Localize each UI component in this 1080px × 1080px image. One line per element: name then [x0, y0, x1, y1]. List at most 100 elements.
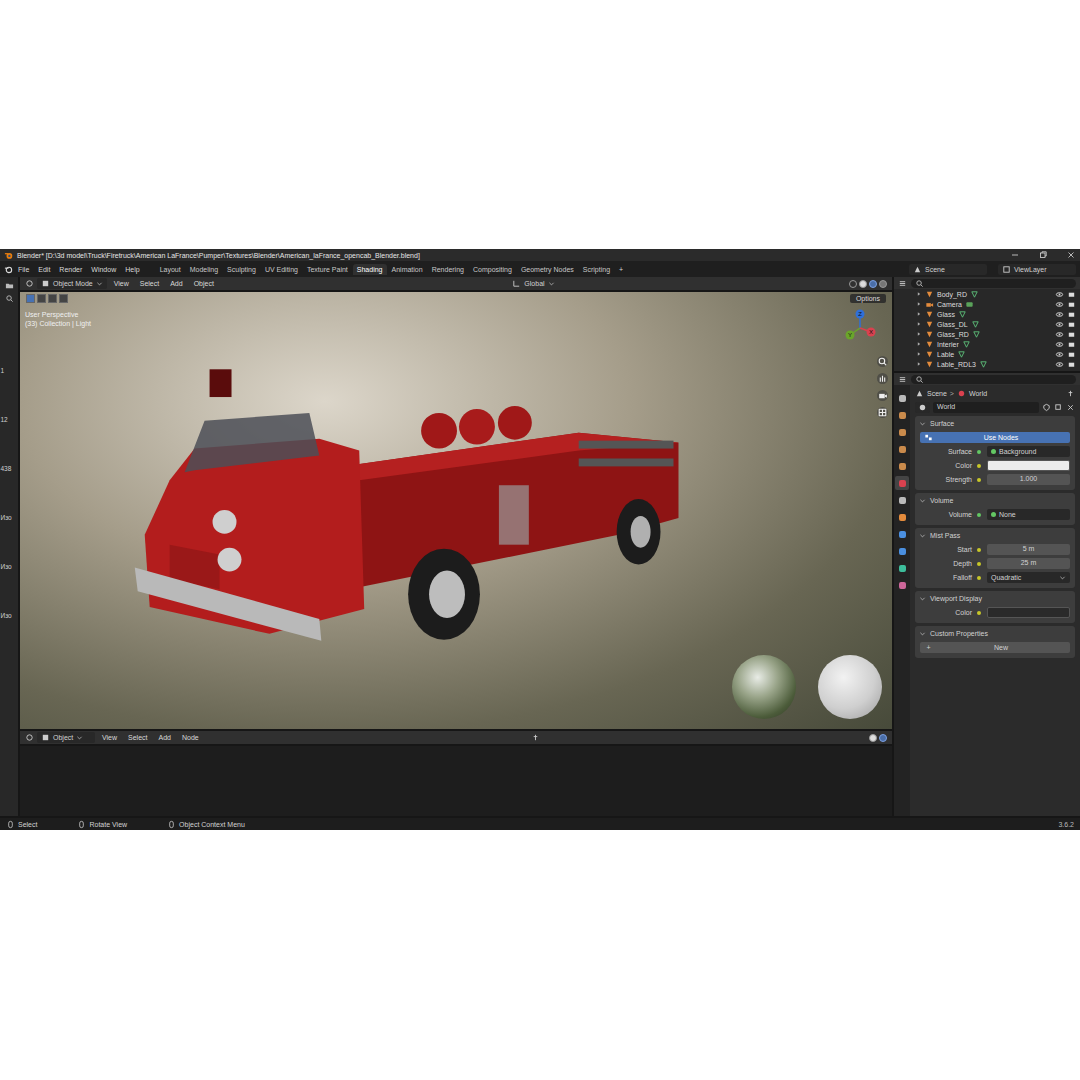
- use-nodes-button[interactable]: Use Nodes: [920, 432, 1070, 443]
- outliner-row[interactable]: Body_RD: [894, 289, 1080, 299]
- number-field[interactable]: 1.000: [987, 474, 1070, 485]
- file-thumbnail-label[interactable]: 438: [1, 465, 12, 472]
- properties-tab[interactable]: [895, 578, 909, 592]
- panel-header[interactable]: Viewport Display: [915, 591, 1075, 605]
- eye-icon[interactable]: [1055, 310, 1064, 319]
- socket-icon[interactable]: [975, 546, 983, 554]
- shader-menu[interactable]: Add: [155, 733, 175, 742]
- duplicate-icon[interactable]: [1054, 403, 1063, 412]
- eye-icon[interactable]: [1055, 340, 1064, 349]
- zoom-icon[interactable]: [877, 356, 888, 367]
- grid-icon[interactable]: [877, 407, 888, 418]
- expand-icon[interactable]: [916, 351, 922, 357]
- shader-menu[interactable]: Select: [124, 733, 151, 742]
- properties-tab[interactable]: [895, 527, 909, 541]
- options-button[interactable]: Options: [850, 294, 886, 303]
- panel-header[interactable]: Volume: [915, 493, 1075, 507]
- shader-type-dropdown[interactable]: Object: [37, 732, 95, 743]
- scene-selector[interactable]: Scene: [909, 264, 987, 275]
- outliner-row[interactable]: Interier: [894, 339, 1080, 349]
- properties-tab[interactable]: [895, 442, 909, 456]
- dropdown-field[interactable]: Quadratic: [987, 572, 1070, 583]
- menu-item[interactable]: File: [14, 265, 33, 274]
- workspace-tab[interactable]: Animation: [388, 264, 427, 275]
- camera-icon[interactable]: [877, 390, 888, 401]
- blender-menu-icon[interactable]: [4, 265, 13, 274]
- properties-tab[interactable]: [895, 391, 909, 405]
- new-property-button[interactable]: + New: [920, 642, 1070, 653]
- outliner-row[interactable]: Lable: [894, 349, 1080, 359]
- workspace-tab[interactable]: Shading: [353, 264, 387, 275]
- workspace-tab[interactable]: UV Editing: [261, 264, 302, 275]
- file-thumbnail-label[interactable]: Изо: [1, 612, 12, 619]
- expand-icon[interactable]: [916, 331, 922, 337]
- eye-icon[interactable]: [1055, 320, 1064, 329]
- properties-tab[interactable]: [895, 459, 909, 473]
- eye-icon[interactable]: [1055, 360, 1064, 369]
- folder-icon[interactable]: [5, 281, 14, 290]
- search-icon[interactable]: [5, 294, 14, 303]
- file-thumbnail-label[interactable]: Изо: [1, 563, 12, 570]
- file-thumbnail-label[interactable]: 1: [1, 367, 5, 374]
- viewport-menu[interactable]: Select: [136, 279, 163, 288]
- properties-tab[interactable]: [895, 476, 909, 490]
- socket-icon[interactable]: [975, 511, 983, 519]
- outliner-row[interactable]: Camera: [894, 299, 1080, 309]
- eye-icon[interactable]: [1055, 290, 1064, 299]
- workspace-tab[interactable]: Sculpting: [223, 264, 260, 275]
- hand-icon[interactable]: [877, 373, 888, 384]
- outliner-icon[interactable]: [898, 279, 907, 288]
- shading-buttons[interactable]: [849, 280, 887, 288]
- render-camera-icon[interactable]: [1067, 350, 1076, 359]
- expand-icon[interactable]: [916, 301, 922, 307]
- render-camera-icon[interactable]: [1067, 360, 1076, 369]
- render-camera-icon[interactable]: [1067, 330, 1076, 339]
- node-editor-icon[interactable]: [25, 733, 34, 742]
- render-camera-icon[interactable]: [1067, 310, 1076, 319]
- render-camera-icon[interactable]: [1067, 320, 1076, 329]
- fake-user-icon[interactable]: [1042, 403, 1051, 412]
- eye-icon[interactable]: [1055, 300, 1064, 309]
- workspace-tab[interactable]: Geometry Nodes: [517, 264, 578, 275]
- eye-icon[interactable]: [1055, 330, 1064, 339]
- shader-header-buttons[interactable]: [869, 734, 887, 742]
- properties-tab[interactable]: [895, 510, 909, 524]
- properties-tab[interactable]: [895, 425, 909, 439]
- workspace-tab[interactable]: Modeling: [186, 264, 222, 275]
- render-camera-icon[interactable]: [1067, 290, 1076, 299]
- properties-icon[interactable]: [898, 375, 907, 384]
- panel-header[interactable]: Surface: [915, 416, 1075, 430]
- world-browse[interactable]: [915, 402, 930, 413]
- outliner-search[interactable]: [911, 279, 1076, 288]
- world-name-field[interactable]: World: [933, 402, 1039, 413]
- render-camera-icon[interactable]: [1067, 300, 1076, 309]
- menu-item[interactable]: Render: [55, 265, 86, 274]
- render-camera-icon[interactable]: [1067, 340, 1076, 349]
- number-field[interactable]: 25 m: [987, 558, 1070, 569]
- properties-tab[interactable]: [895, 493, 909, 507]
- workspace-tab[interactable]: Scripting: [579, 264, 614, 275]
- color-swatch[interactable]: [987, 607, 1070, 618]
- socket-icon[interactable]: [975, 574, 983, 582]
- properties-tab[interactable]: [895, 561, 909, 575]
- outliner-row[interactable]: Glass_DL: [894, 319, 1080, 329]
- add-workspace-button[interactable]: +: [615, 265, 627, 274]
- outliner-row[interactable]: Lable_RDL3: [894, 359, 1080, 369]
- close-icon[interactable]: [1066, 250, 1076, 260]
- mode-dropdown[interactable]: Object Mode: [37, 278, 107, 289]
- unlink-icon[interactable]: [1066, 403, 1075, 412]
- viewport-menu[interactable]: View: [110, 279, 133, 288]
- eye-icon[interactable]: [1055, 350, 1064, 359]
- view-layer-selector[interactable]: ViewLayer: [998, 264, 1076, 275]
- expand-icon[interactable]: [916, 321, 922, 327]
- minimize-icon[interactable]: [1010, 250, 1020, 260]
- color-swatch[interactable]: [987, 460, 1070, 471]
- shader-menu[interactable]: View: [98, 733, 121, 742]
- viewport-menu[interactable]: Object: [190, 279, 218, 288]
- expand-icon[interactable]: [916, 361, 922, 367]
- shader-menu[interactable]: Node: [178, 733, 203, 742]
- menu-item[interactable]: Window: [87, 265, 120, 274]
- outliner-row[interactable]: Glass_RD: [894, 329, 1080, 339]
- expand-icon[interactable]: [916, 291, 922, 297]
- socket-field[interactable]: None: [987, 509, 1070, 520]
